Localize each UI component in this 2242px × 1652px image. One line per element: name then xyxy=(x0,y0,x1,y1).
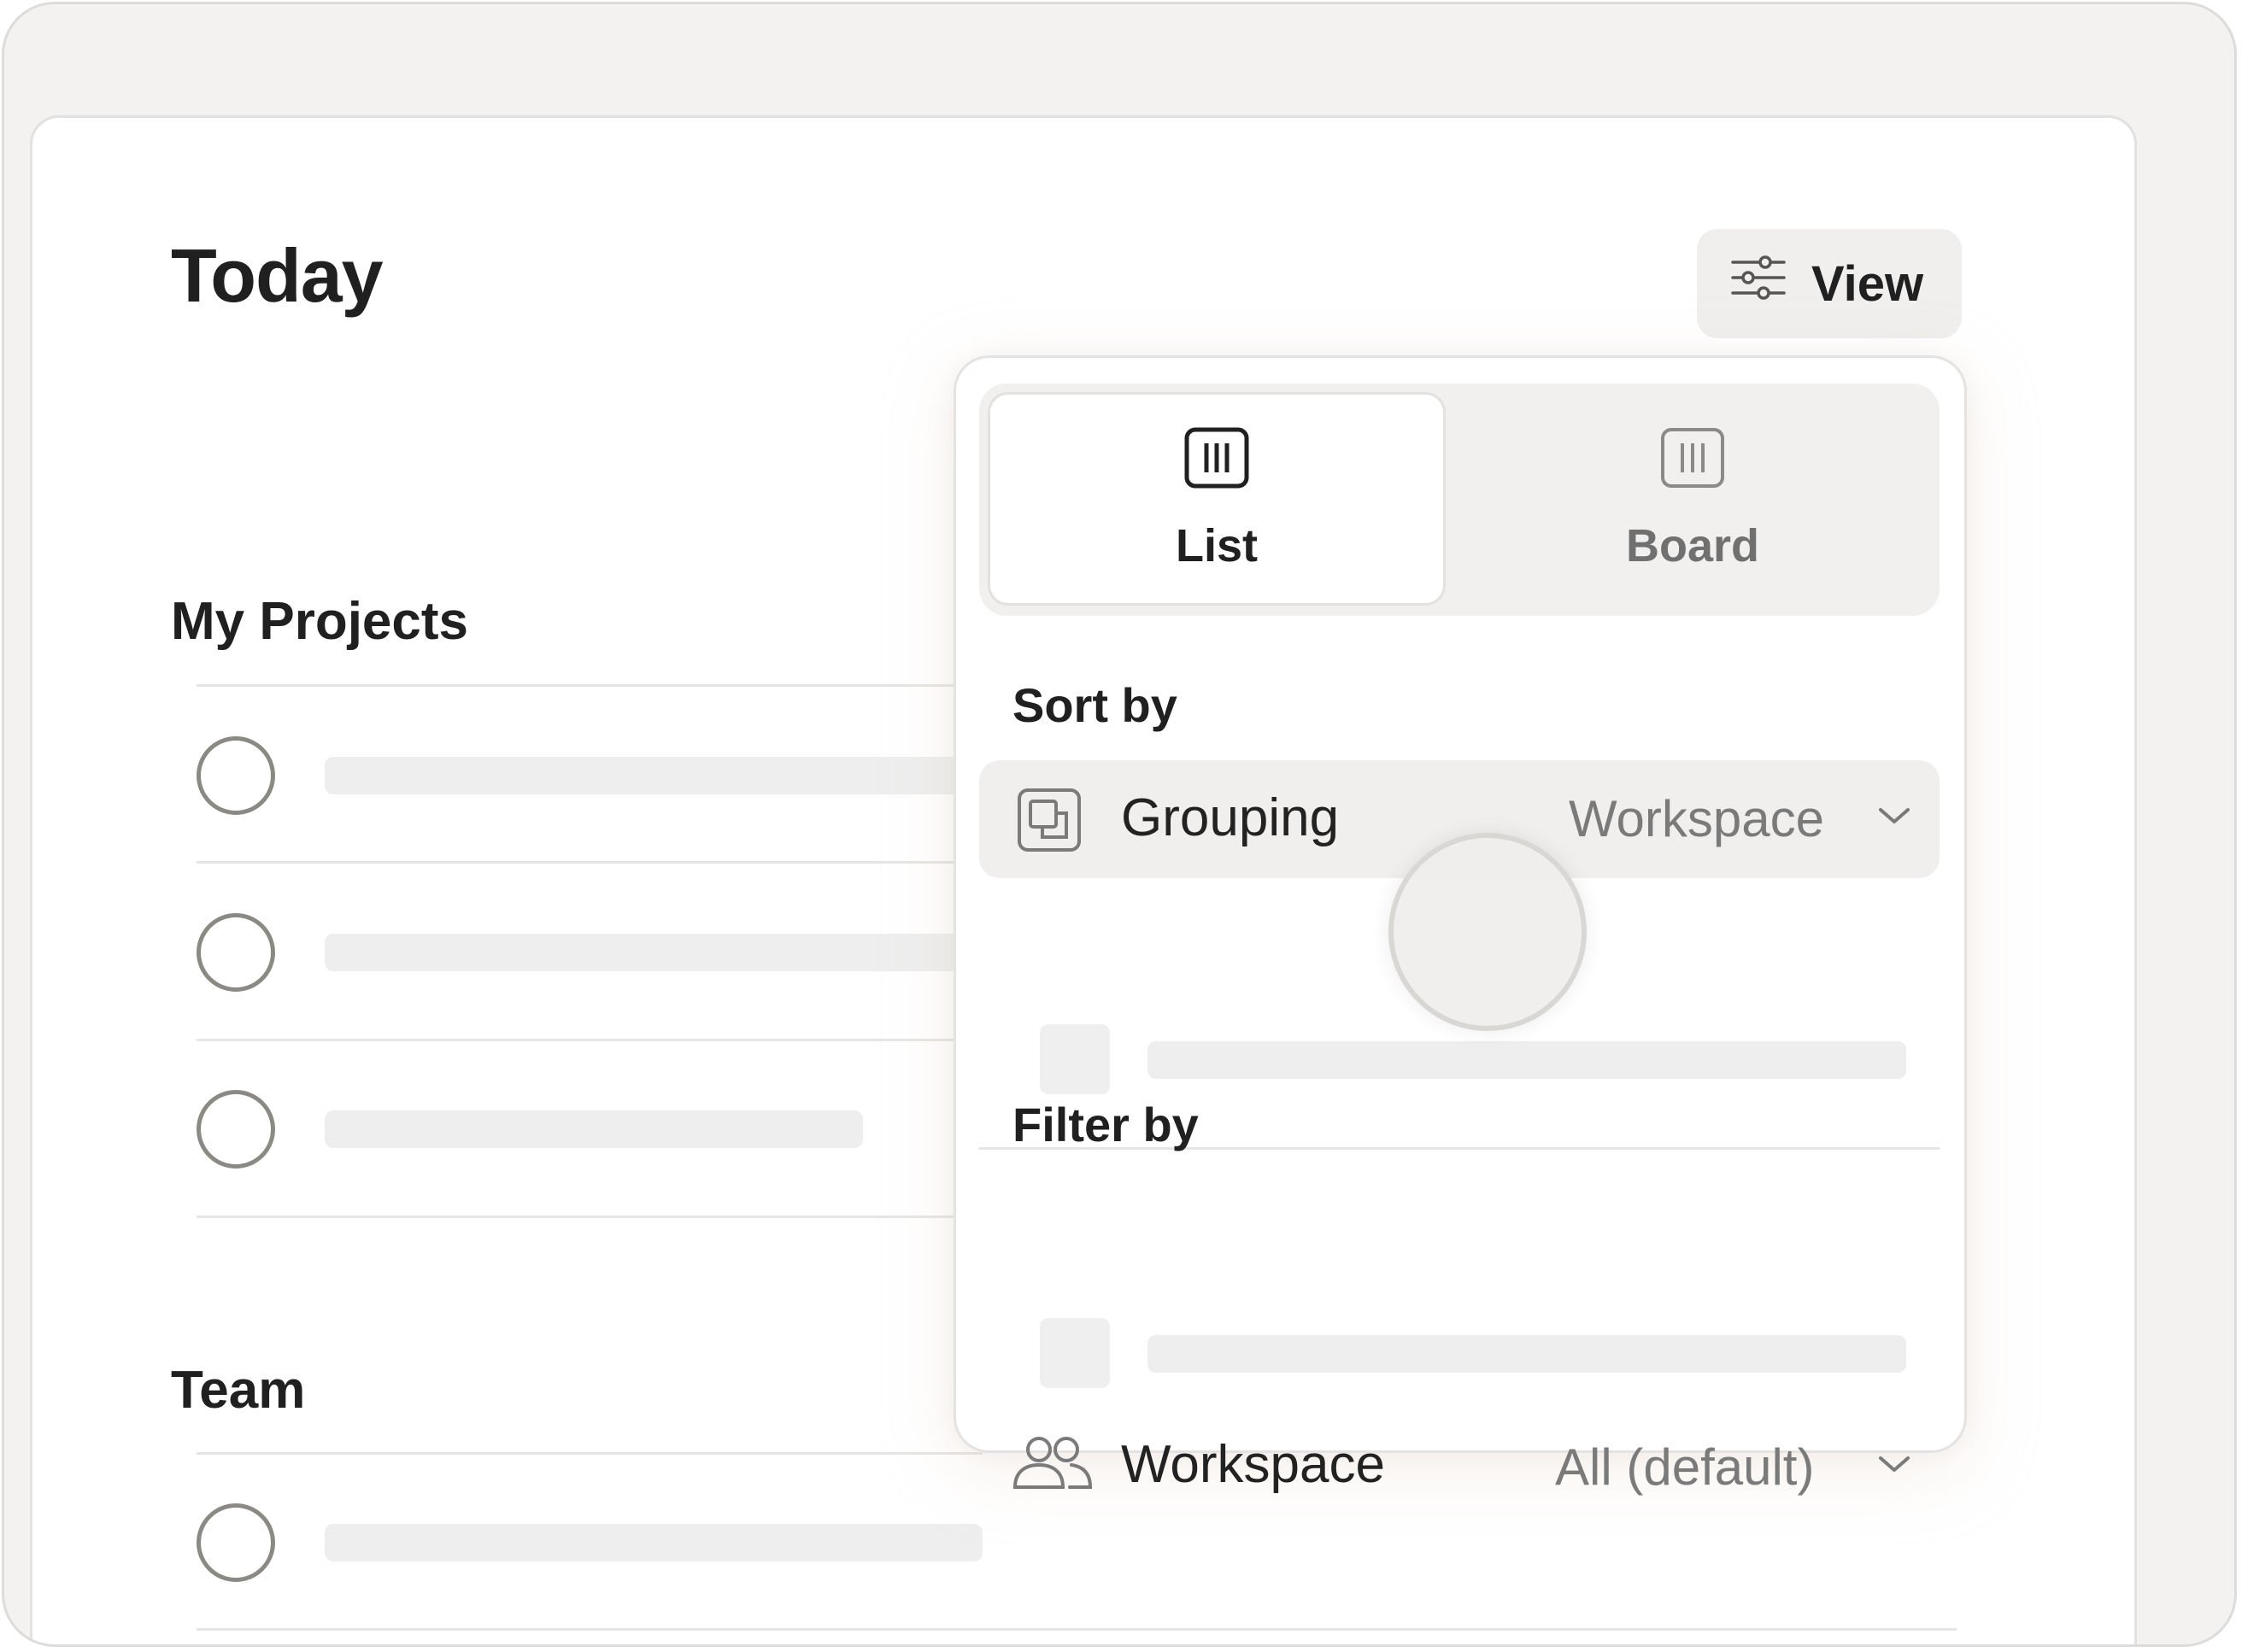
option-placeholder xyxy=(1147,1335,1906,1373)
page-title: Today xyxy=(171,233,384,318)
task-checkbox[interactable] xyxy=(197,913,275,992)
divider xyxy=(197,684,983,687)
chevron-down-icon xyxy=(1877,806,1911,831)
layout-option-label: List xyxy=(1175,519,1258,571)
workspace-filter-row[interactable]: Workspace All (default) xyxy=(979,1415,1940,1518)
list-columns-icon xyxy=(1183,426,1251,501)
sliders-icon xyxy=(1731,254,1786,313)
section-title-team: Team xyxy=(171,1361,306,1420)
layout-option-list[interactable]: List xyxy=(988,392,1446,606)
section-title-my-projects: My Projects xyxy=(171,592,469,651)
task-checkbox[interactable] xyxy=(197,1503,275,1582)
task-checkbox[interactable] xyxy=(197,736,275,815)
layout-option-board[interactable]: Board xyxy=(1454,392,1931,606)
workspace-filter-label: Workspace xyxy=(1121,1435,1385,1494)
divider xyxy=(197,1452,983,1455)
task-placeholder xyxy=(325,934,983,971)
option-placeholder xyxy=(1147,1041,1906,1079)
grouping-icon xyxy=(1017,788,1082,857)
option-placeholder-icon xyxy=(1040,1318,1110,1388)
pointer-cursor-indicator xyxy=(1388,833,1587,1031)
grouping-label: Grouping xyxy=(1121,788,1340,847)
view-button[interactable]: View xyxy=(1697,229,1962,338)
people-icon xyxy=(1010,1434,1095,1497)
task-placeholder xyxy=(325,757,983,794)
layout-switcher: List Board xyxy=(979,384,1940,616)
view-button-label: View xyxy=(1811,255,1924,312)
chevron-down-icon xyxy=(1877,1455,1911,1479)
filter-by-heading: Filter by xyxy=(1012,1098,1199,1151)
workspace-filter-value: All (default) xyxy=(1555,1438,1815,1496)
divider xyxy=(197,1628,1957,1631)
grouping-value: Workspace xyxy=(1569,790,1825,847)
task-placeholder xyxy=(325,1110,863,1148)
option-placeholder-icon xyxy=(1040,1024,1110,1094)
divider xyxy=(197,1216,983,1218)
divider xyxy=(197,1039,983,1041)
task-placeholder xyxy=(325,1524,983,1561)
layout-option-label: Board xyxy=(1625,519,1759,571)
board-columns-icon xyxy=(1658,426,1727,501)
divider xyxy=(197,861,983,864)
task-checkbox[interactable] xyxy=(197,1090,275,1169)
sort-by-heading: Sort by xyxy=(1012,678,1177,732)
